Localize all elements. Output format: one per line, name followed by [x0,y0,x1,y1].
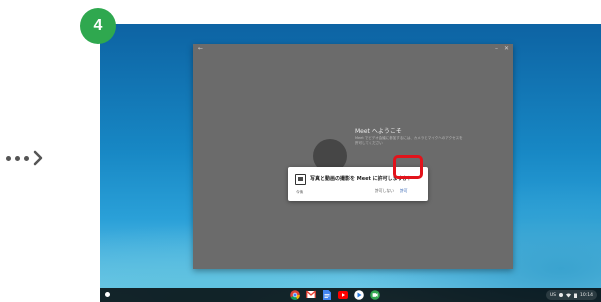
dialog-origin-label: 今後 [296,190,304,194]
notification-icon [559,293,564,297]
welcome-title: Meet へようこそ [355,128,402,135]
minimize-icon[interactable]: – [495,45,498,52]
wifi-icon [566,292,572,297]
deny-button[interactable]: 許可しない [375,188,394,194]
meet-app-window: ← – ✕ Meet へようこそ Meet でビデオ会議に参加するには、カメラと… [193,44,513,269]
system-shelf: US 10:14 [100,288,601,302]
chrome-icon[interactable] [289,289,300,300]
back-arrow-icon[interactable]: ← [198,45,203,52]
play-store-icon[interactable] [353,289,364,300]
window-titlebar: ← – ✕ [193,44,513,54]
meet-icon[interactable] [369,289,380,300]
arrow-dot [6,155,11,161]
arrow-dot [24,155,29,161]
camera-icon [295,174,306,185]
allow-button[interactable]: 許可 [400,188,408,194]
arrow-dot [15,155,20,161]
status-tray[interactable]: US 10:14 [545,290,597,300]
shelf-apps [289,289,380,300]
launcher-icon[interactable] [105,292,110,297]
clock: 10:14 [580,292,593,298]
gmail-icon[interactable] [305,289,316,300]
close-icon[interactable]: ✕ [504,45,509,52]
locale-indicator: US [549,292,557,298]
window-controls: – ✕ [495,45,509,52]
step-number-badge: 4 [80,8,116,44]
docs-icon[interactable] [321,289,332,300]
chromeos-desktop: ← – ✕ Meet へようこそ Meet でビデオ会議に参加するには、カメラと… [100,24,601,302]
youtube-icon[interactable] [337,289,348,300]
battery-icon [574,293,578,298]
chevron-right-icon [33,150,43,166]
welcome-description: Meet でビデオ会議に参加するには、カメラとマイクへのアクセスを許可してくださ… [355,136,463,145]
allow-button-highlight [393,155,423,179]
continuation-arrow [6,150,43,166]
